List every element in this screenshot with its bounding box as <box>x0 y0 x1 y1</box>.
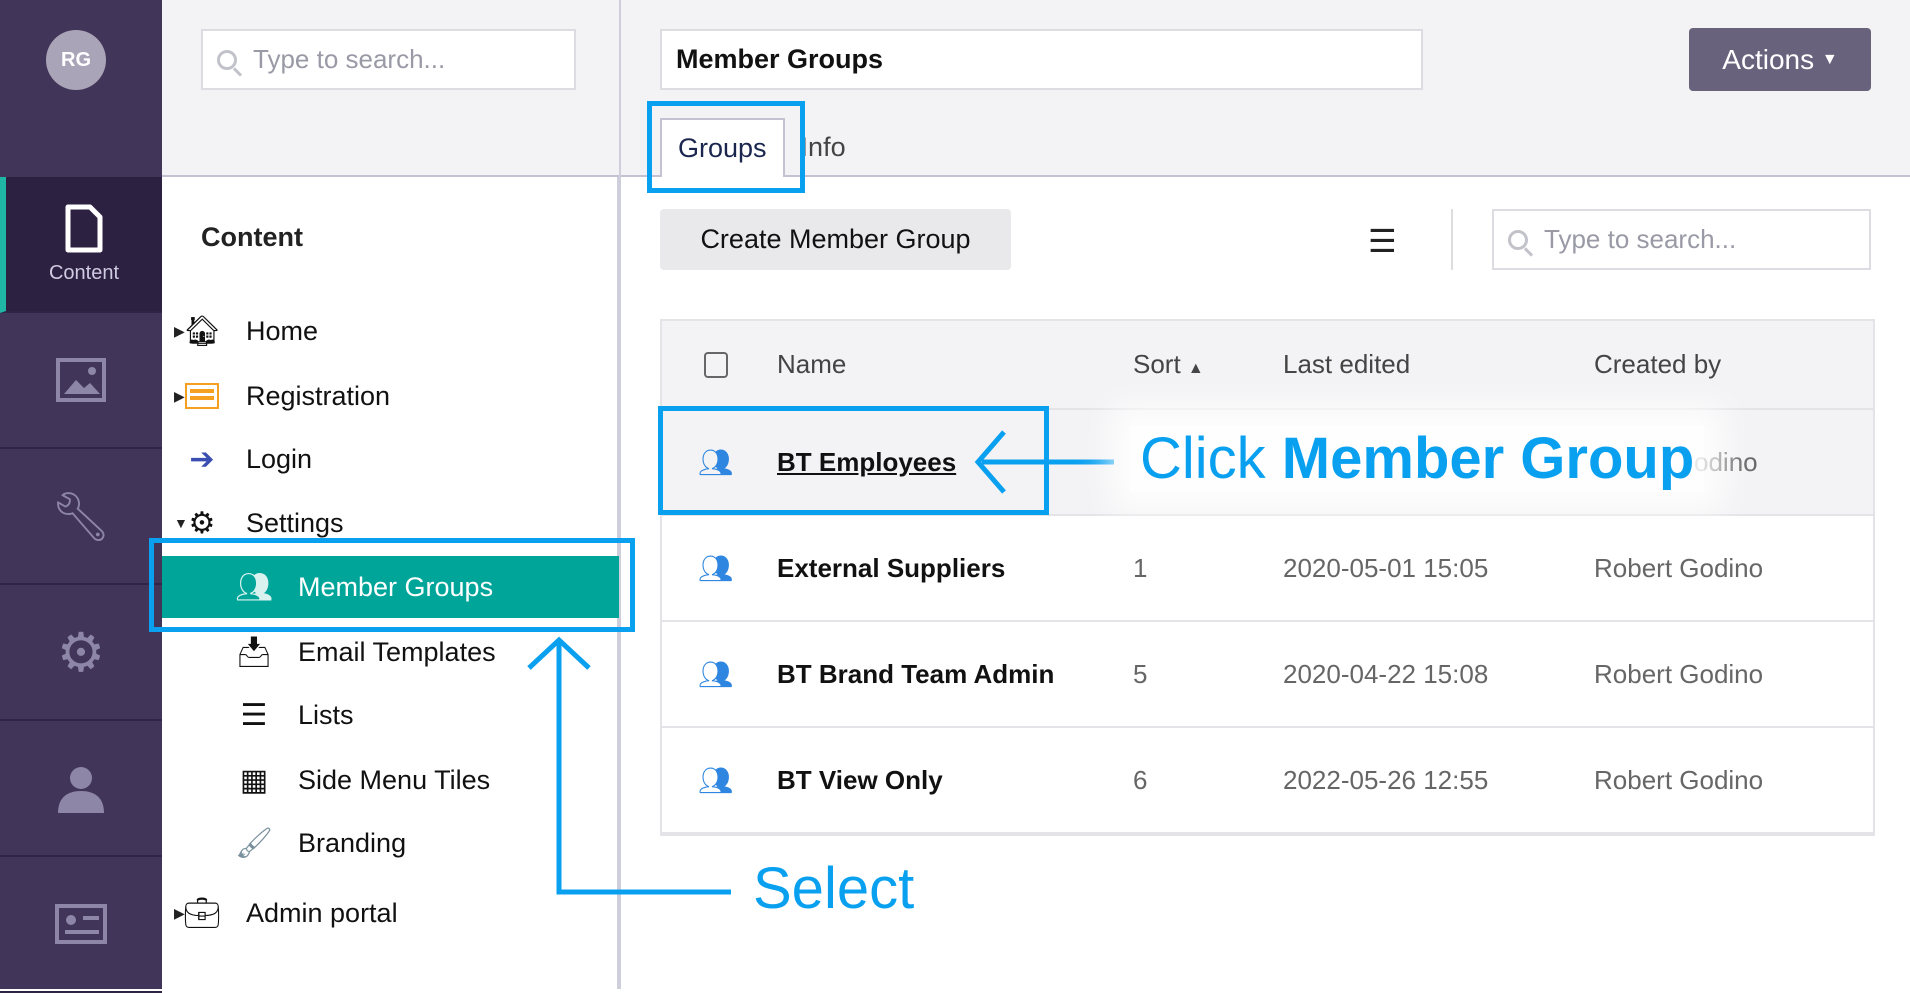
arrow-to-row <box>974 430 1114 494</box>
select-annotation: Select <box>753 856 915 921</box>
arrow-to-member-groups <box>527 636 731 895</box>
annotation-arrows <box>527 430 1114 895</box>
click-annotation: Click Member Group <box>1130 425 1705 492</box>
